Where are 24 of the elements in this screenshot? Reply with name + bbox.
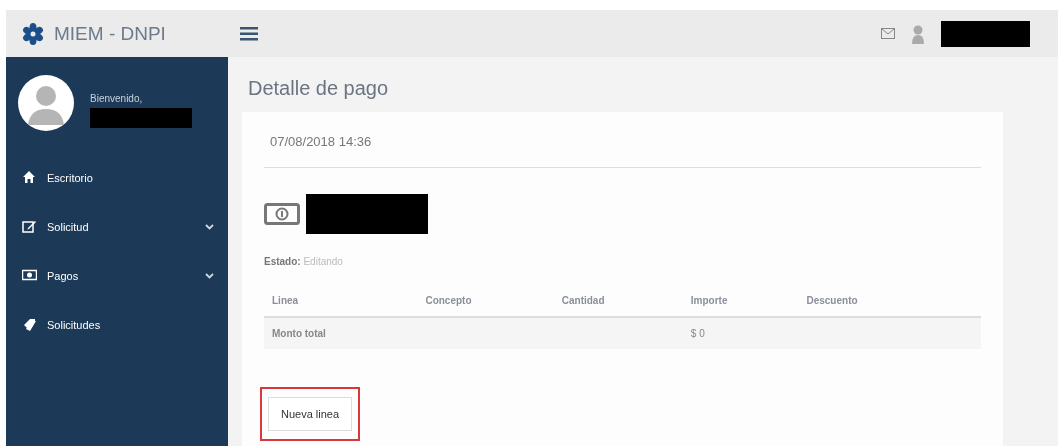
sidebar-item[interactable]: Escritorio xyxy=(6,153,228,202)
money-icon xyxy=(264,203,300,225)
chevron-icon xyxy=(205,272,214,279)
sidebar-item[interactable]: Solicitud xyxy=(6,202,228,251)
chevron-icon xyxy=(205,223,214,230)
logo-icon xyxy=(22,22,44,45)
date-text: 07/08/2018 14:36 xyxy=(264,112,981,168)
page-title: Detalle de pago xyxy=(248,77,390,100)
edit-icon xyxy=(22,219,37,234)
avatar xyxy=(18,75,74,131)
menu-icon[interactable] xyxy=(240,26,258,41)
home-icon xyxy=(22,170,37,185)
new-line-button[interactable]: Nueva linea xyxy=(268,397,353,431)
money-icon xyxy=(22,268,37,283)
brand-name: MIEM - DNPI xyxy=(54,22,166,45)
table-cell: Monto total xyxy=(264,317,418,349)
greeting: Bienvenido, xyxy=(90,93,144,104)
user-icon[interactable] xyxy=(911,23,925,44)
sidebar-item[interactable]: Pagos xyxy=(6,251,228,300)
status-text: Estado: Editando xyxy=(264,256,344,267)
tag-icon xyxy=(22,317,37,332)
sidebar-item[interactable]: Solicitudes xyxy=(6,300,228,349)
table-cell: $ 0 xyxy=(682,317,799,349)
mail-icon[interactable] xyxy=(881,28,895,39)
